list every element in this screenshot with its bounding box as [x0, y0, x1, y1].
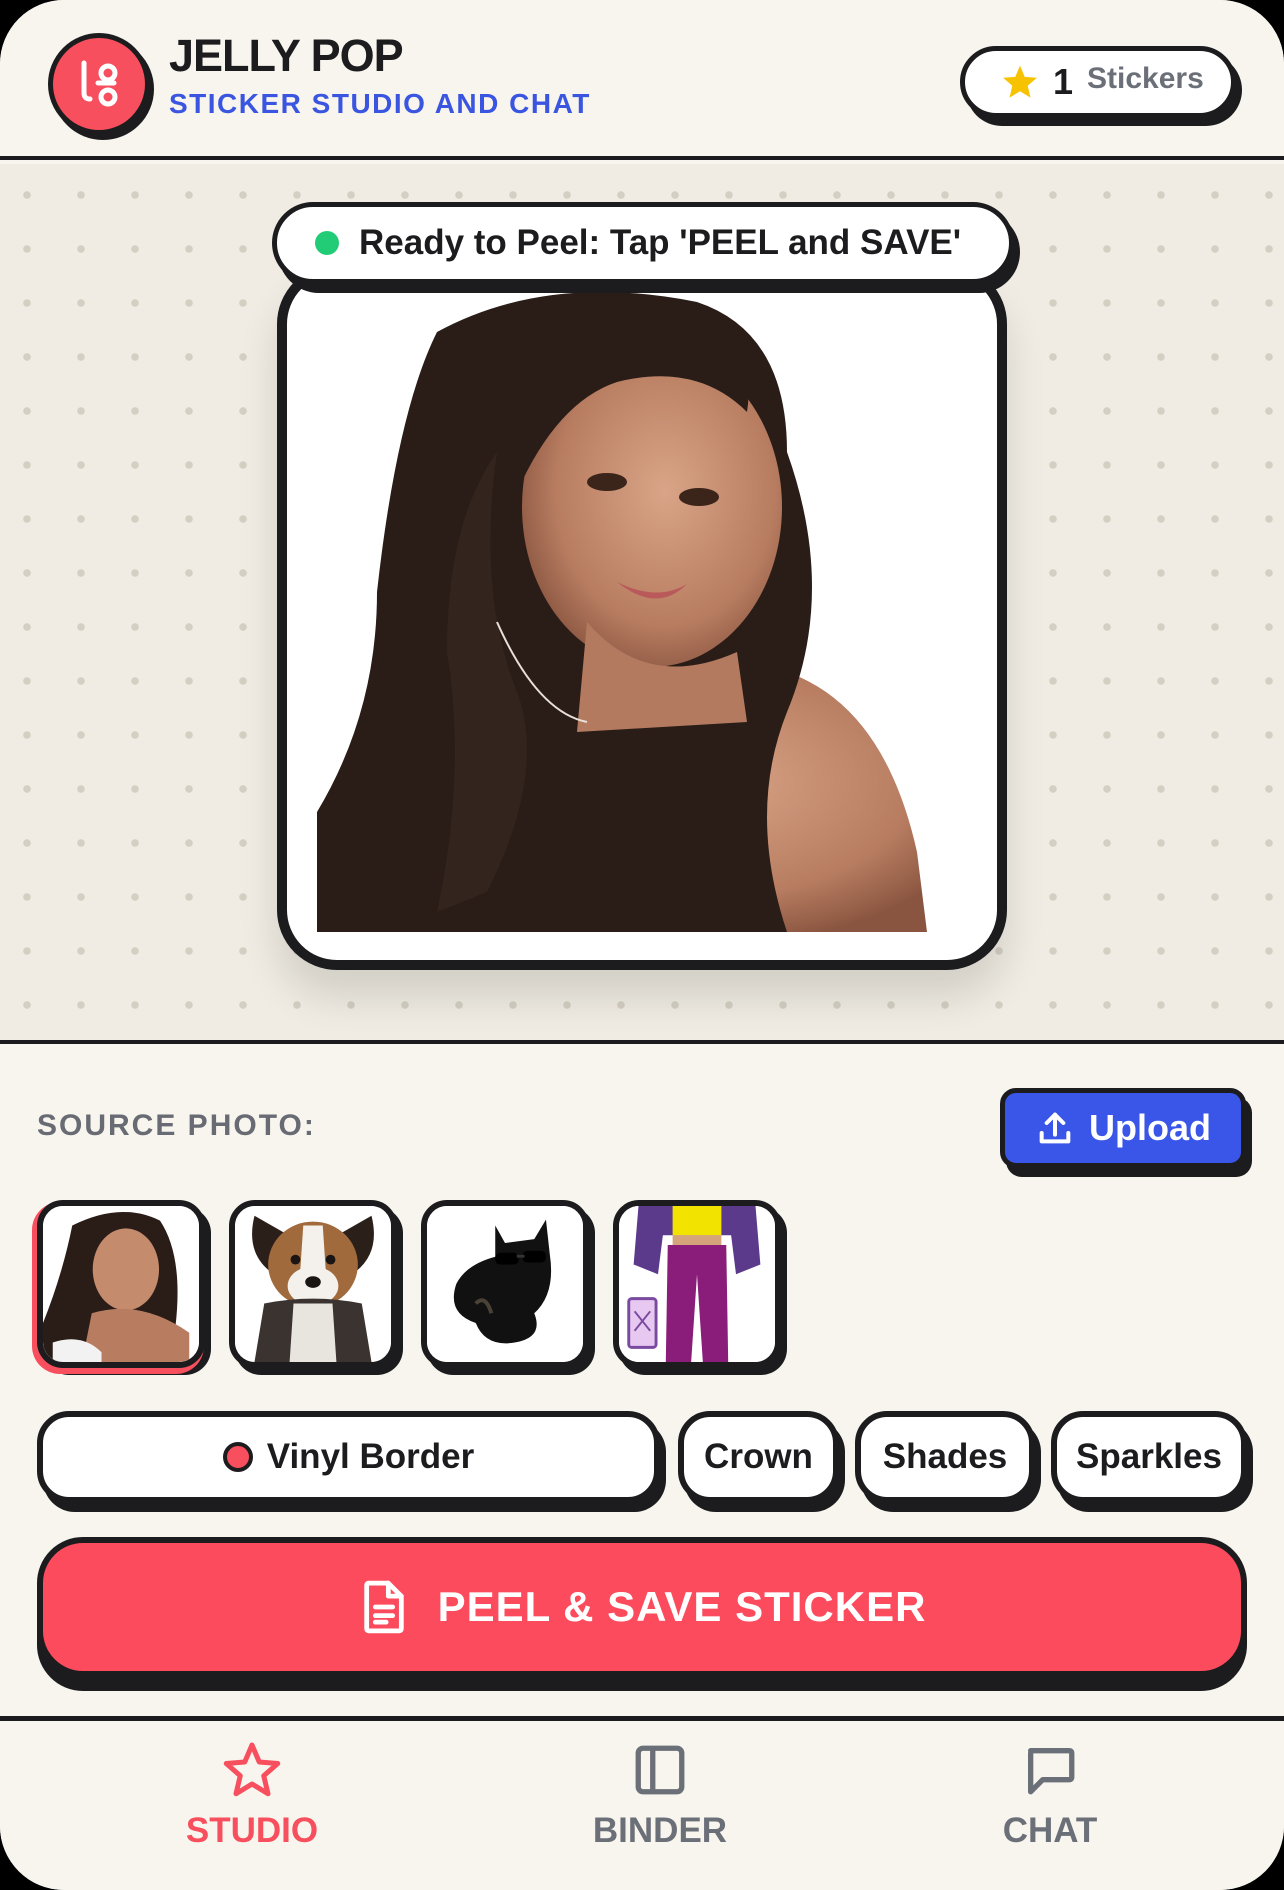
black-cat-image [427, 1206, 583, 1362]
puppy-image [235, 1206, 391, 1362]
upload-icon [1039, 1112, 1071, 1144]
nav-binder[interactable]: BINDER [560, 1741, 760, 1881]
status-text: Ready to Peel: Tap 'PEEL and SAVE' [359, 223, 962, 262]
chat-icon [1028, 1748, 1075, 1795]
status-pill: Ready to Peel: Tap 'PEEL and SAVE' [272, 202, 1014, 284]
sticker-canvas: Ready to Peel: Tap 'PEEL and SAVE' [0, 164, 1284, 1044]
app-window: JELLY POP STICKER STUDIO AND CHAT 1 Stic… [0, 0, 1284, 1890]
upload-button-label: Upload [1089, 1107, 1211, 1148]
chip-label: Shades [882, 1437, 1008, 1476]
chip-shades[interactable]: Shades [855, 1411, 1035, 1503]
nav-chat-label: CHAT [1002, 1811, 1098, 1850]
chip-label: Crown [704, 1437, 813, 1476]
nav-studio-label: STUDIO [185, 1811, 319, 1850]
link-icon [81, 60, 118, 107]
app-logo [48, 33, 150, 135]
source-photo-label: SOURCE PHOTO: [37, 1109, 316, 1142]
peel-save-label: PEEL & SAVE STICKER [437, 1583, 927, 1630]
star-icon [1003, 65, 1037, 98]
status-dot [315, 231, 339, 255]
upload-button[interactable]: Upload [1000, 1088, 1246, 1168]
thumbnail-woman-portrait[interactable] [37, 1200, 205, 1368]
thumbnail-puppy[interactable] [229, 1200, 397, 1368]
retro-outfit-image [619, 1206, 775, 1362]
sticker-count-badge[interactable]: 1 Stickers [960, 46, 1236, 118]
chip-vinyl-border[interactable]: Vinyl Border [37, 1411, 660, 1503]
chip-crown[interactable]: Crown [678, 1411, 839, 1503]
bottom-nav: STUDIO BINDER CHAT [0, 1716, 1284, 1890]
nav-studio[interactable]: STUDIO [152, 1741, 352, 1881]
chip-label: Sparkles [1076, 1437, 1222, 1476]
app-title: JELLY POP [169, 30, 404, 81]
woman-portrait-image [43, 1206, 199, 1362]
thumbnail-retro-outfit[interactable] [613, 1200, 781, 1368]
app-subtitle: STICKER STUDIO AND CHAT [169, 88, 591, 119]
sticker-photo [317, 292, 967, 932]
nav-chat[interactable]: CHAT [950, 1741, 1150, 1881]
document-icon [363, 1580, 404, 1634]
chip-label: Vinyl Border [266, 1437, 475, 1476]
binder-icon [635, 1745, 685, 1795]
sticker-count-label: Stickers [1087, 62, 1204, 95]
sticker-count-value: 1 [1053, 61, 1074, 102]
star-icon [223, 1742, 281, 1797]
thumbnail-black-cat[interactable] [421, 1200, 589, 1368]
active-dot [222, 1442, 253, 1472]
peel-save-button[interactable]: PEEL & SAVE STICKER [37, 1537, 1247, 1677]
sticker-preview-card[interactable] [277, 264, 1007, 970]
nav-binder-label: BINDER [592, 1811, 728, 1850]
header: JELLY POP STICKER STUDIO AND CHAT 1 Stic… [0, 0, 1284, 160]
chip-sparkles[interactable]: Sparkles [1051, 1411, 1247, 1503]
